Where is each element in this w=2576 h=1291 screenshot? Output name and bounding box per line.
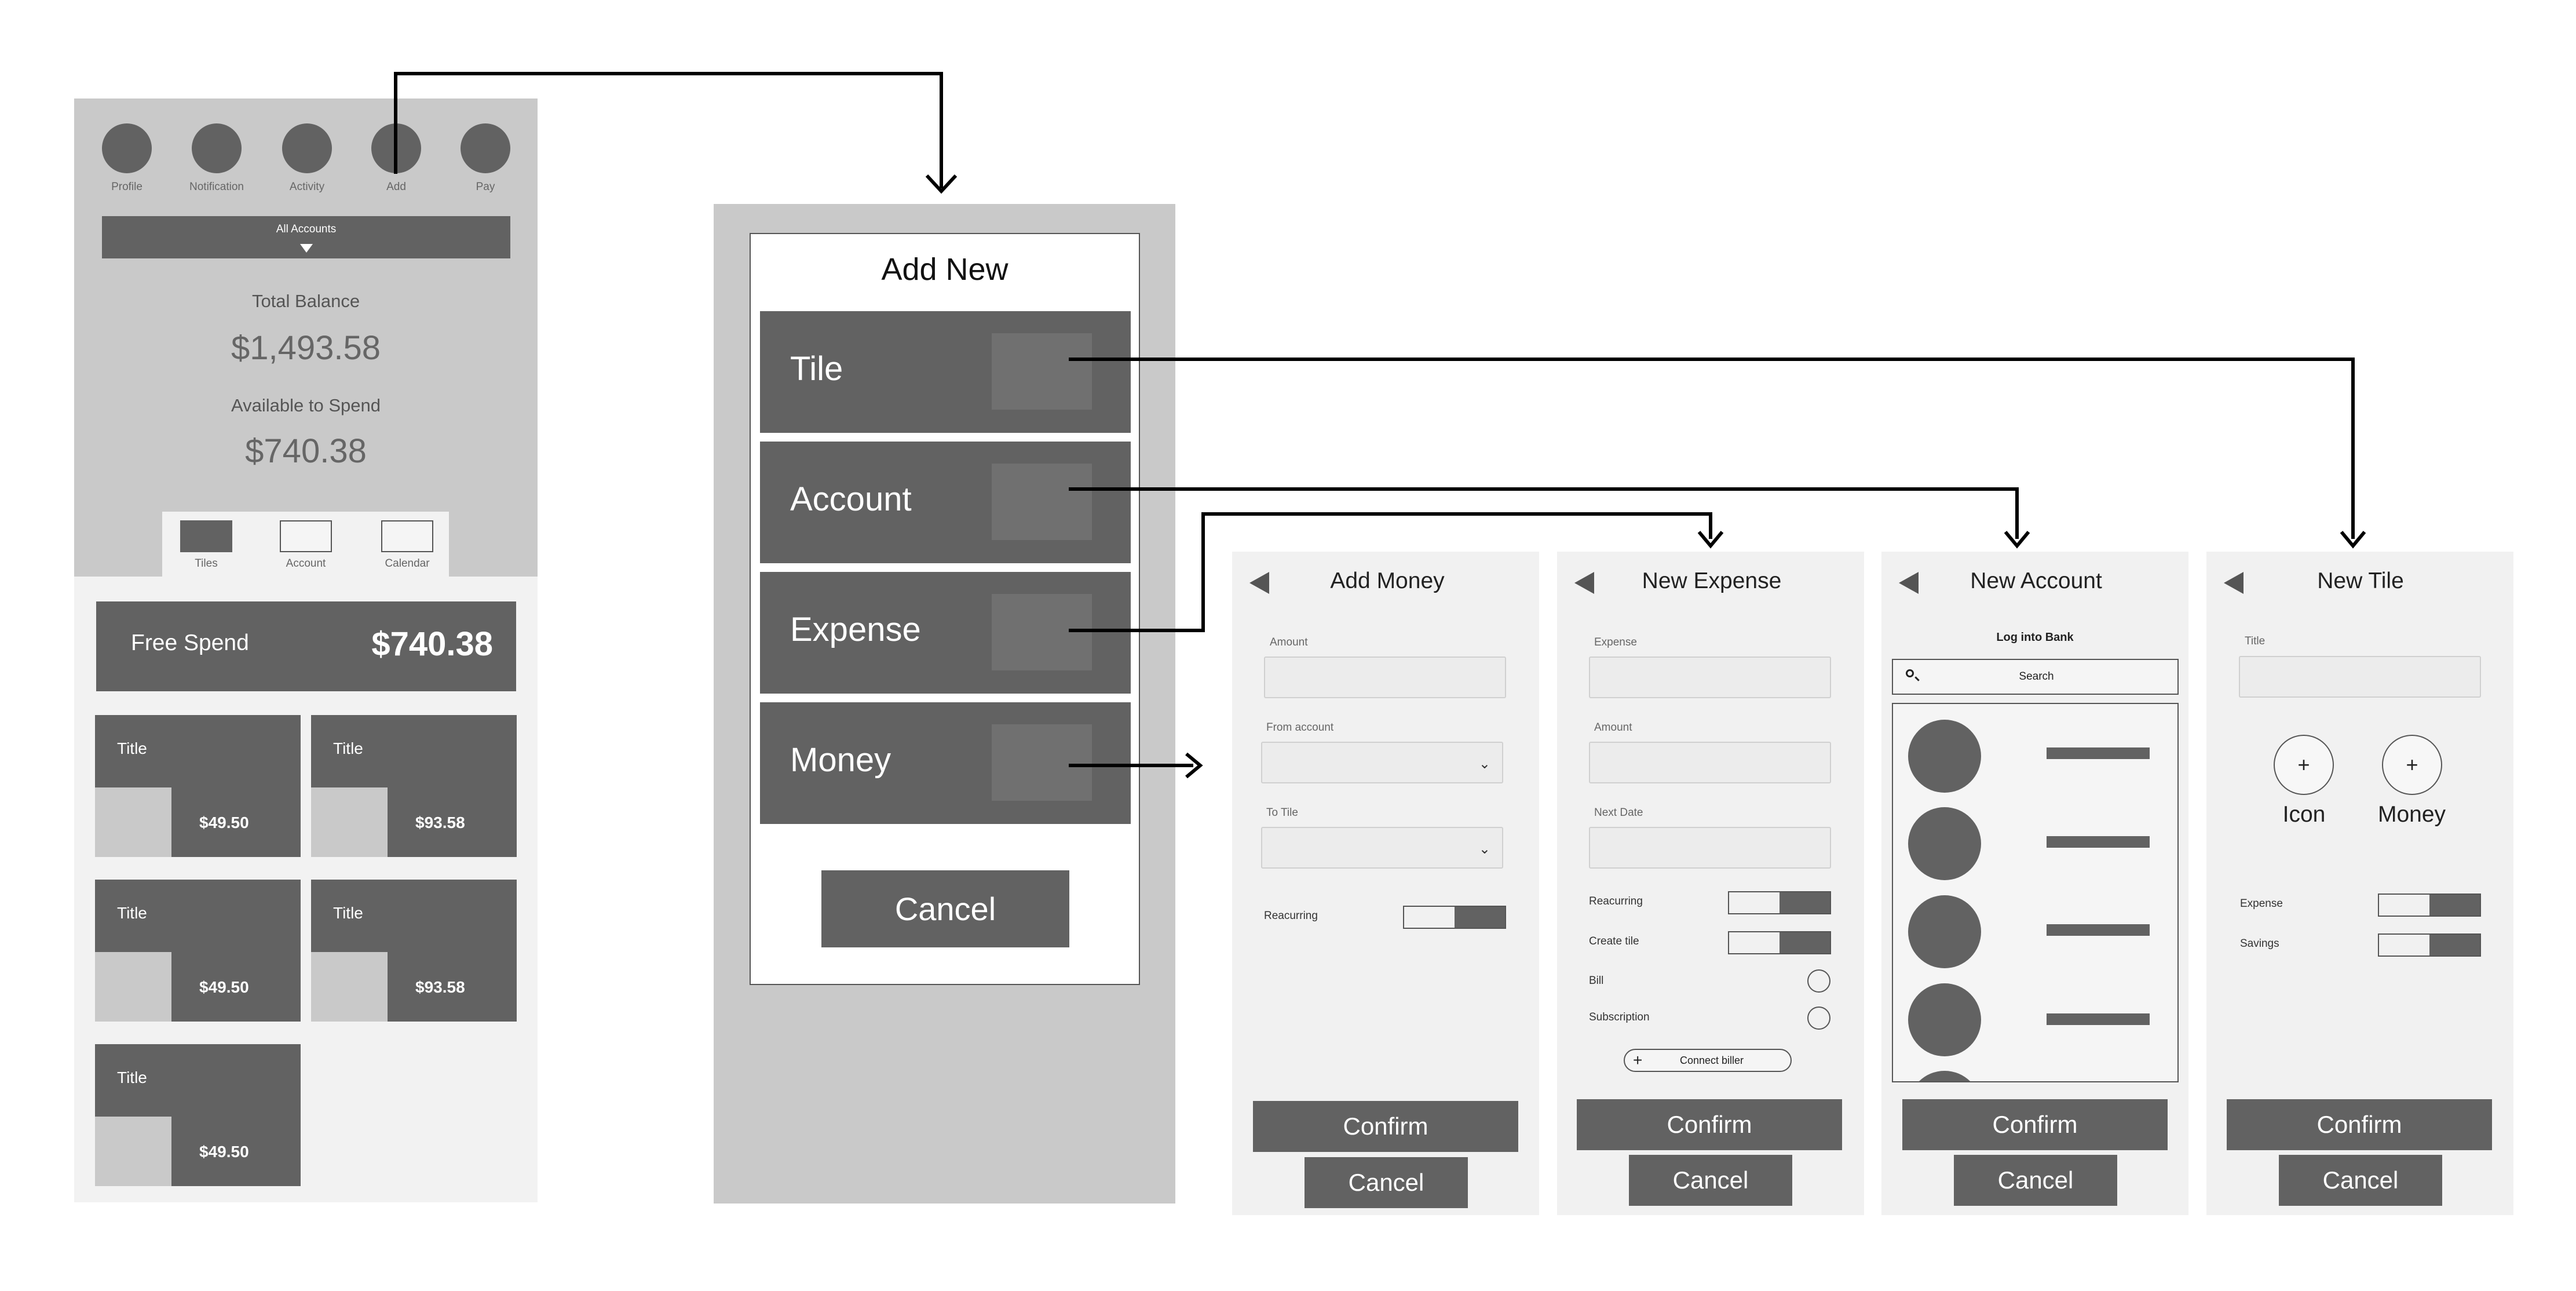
- connector-add-to-add-new: [394, 72, 943, 188]
- flow-connectors: [394, 72, 2366, 779]
- connector-expense-to-new-expense: [1069, 512, 1712, 632]
- connector-tile-to-new-tile: [1069, 358, 2355, 539]
